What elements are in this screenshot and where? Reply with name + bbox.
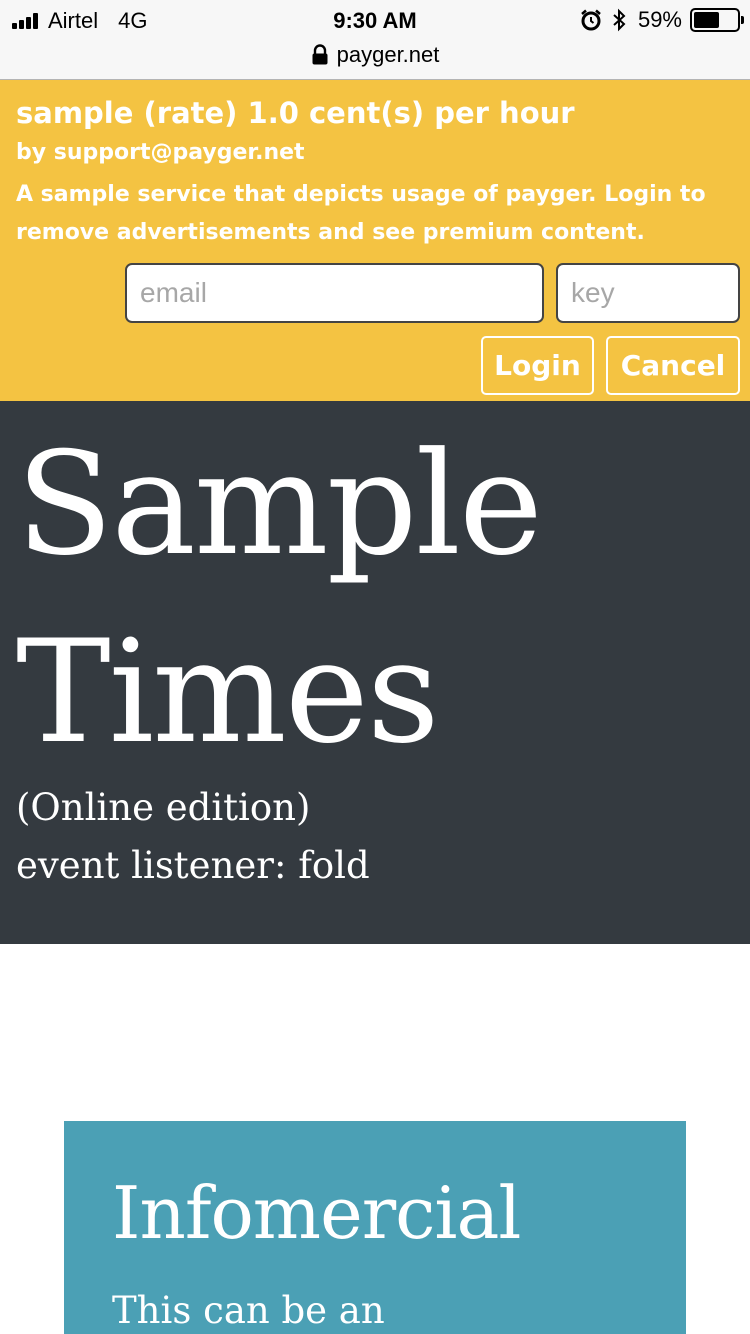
address-bar[interactable]: payger.net xyxy=(0,42,750,68)
status-bar: Airtel 4G 9:30 AM payger.net 59% xyxy=(0,0,750,80)
infomercial-title: Infomercial xyxy=(112,1171,521,1255)
edition-label: (Online edition) xyxy=(16,786,311,829)
infomercial-card: Infomercial This can be an xyxy=(64,1121,686,1334)
battery-level xyxy=(694,12,719,28)
event-listener-text: event listener: fold xyxy=(16,844,370,887)
email-field[interactable] xyxy=(125,263,544,323)
service-rate-title: sample (rate) 1.0 cent(s) per hour xyxy=(16,96,575,130)
alarm-icon xyxy=(580,9,602,31)
hero-banner: Sample Times (Online edition) event list… xyxy=(0,401,750,944)
service-author: by support@payger.net xyxy=(16,140,305,165)
key-field[interactable] xyxy=(556,263,740,323)
bluetooth-icon xyxy=(612,8,626,32)
site-title: Sample Times xyxy=(16,422,543,775)
lock-icon xyxy=(311,44,329,66)
battery-percent: 59% xyxy=(637,7,682,32)
payger-login-panel: sample (rate) 1.0 cent(s) per hour by su… xyxy=(0,80,750,401)
login-button[interactable]: Login xyxy=(481,336,594,395)
cancel-button[interactable]: Cancel xyxy=(606,336,740,395)
battery-icon xyxy=(690,8,744,32)
service-description: A sample service that depicts usage of p… xyxy=(16,182,706,245)
status-right: 59% xyxy=(580,6,744,34)
infomercial-body: This can be an xyxy=(112,1289,385,1332)
url-text: payger.net xyxy=(336,42,440,67)
